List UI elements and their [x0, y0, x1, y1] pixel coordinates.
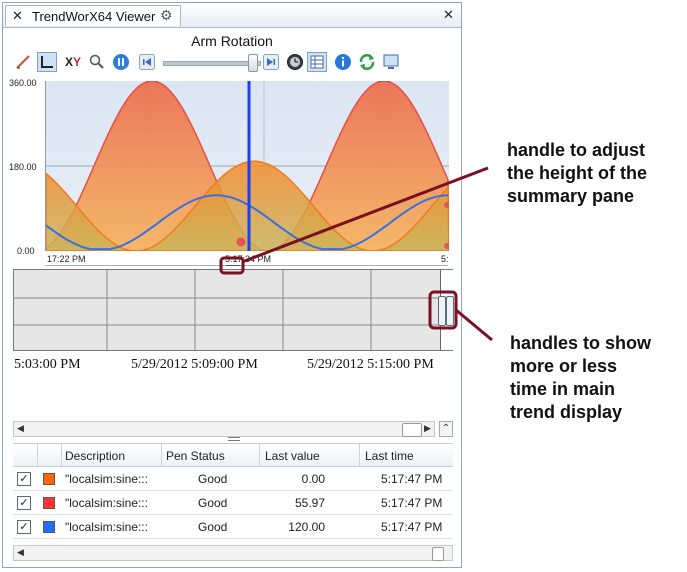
annotation-line: more or less	[510, 356, 618, 376]
annotation-line: time in main	[510, 379, 616, 399]
annotation-line: the height of the	[507, 163, 647, 183]
annotation-line: summary pane	[507, 186, 635, 206]
annotation-box-pane-handle	[219, 256, 245, 275]
annotation-line: trend display	[510, 402, 623, 422]
annotation-line: handles to show	[510, 333, 652, 353]
annotation-arrow-pane-handle	[241, 166, 489, 264]
annotation-time-handles: handles to show more or less time in mai…	[510, 332, 651, 424]
annotation-box-time-handles	[428, 290, 458, 330]
annotation-overlay	[219, 166, 493, 342]
annotation-arrow-time-handles	[455, 308, 493, 342]
annotation-line: handle to adjust	[507, 140, 646, 160]
annotation-pane-handle: handle to adjust the height of the summa…	[507, 139, 647, 208]
